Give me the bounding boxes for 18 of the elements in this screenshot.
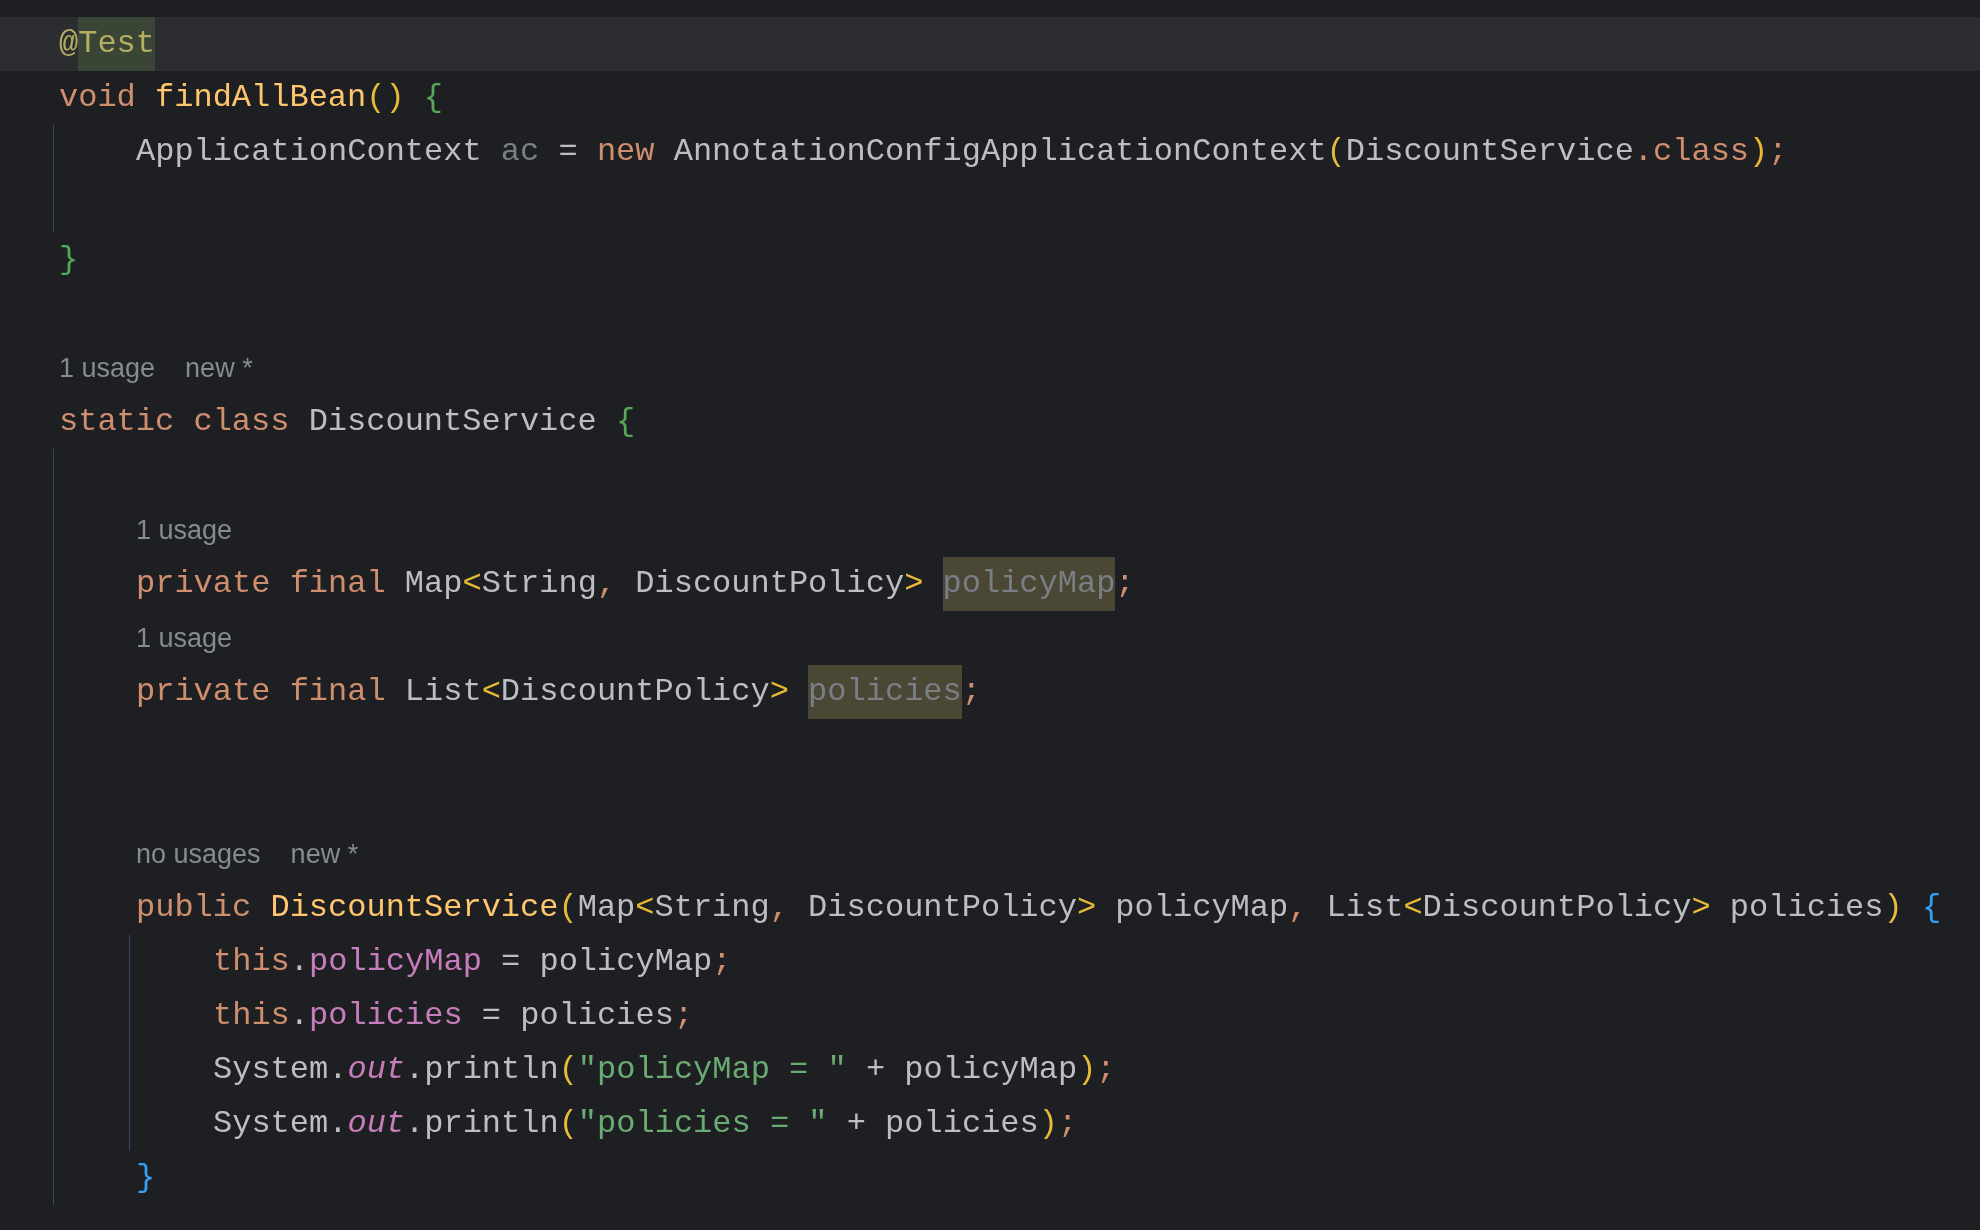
code-line: this.policies = policies; [213, 996, 695, 1036]
usage-hint[interactable]: new * [290, 827, 359, 881]
usage-hint[interactable]: 1 usage [59, 341, 156, 395]
code-line: } [136, 1158, 157, 1198]
code-line: this.policyMap = policyMap; [213, 942, 733, 982]
code-line: private final List<DiscountPolicy> policies; [136, 665, 1980, 719]
code-line: void findAllBean() { [58, 78, 445, 118]
code-line: System.out.println("policies = " + policies); [213, 1104, 1079, 1144]
code-line: private final Map<String, DiscountPolicy> policyMap; [136, 557, 1980, 611]
code-line: ApplicationContext ac = new AnnotationConfigApplicationContext(DiscountService.class); [136, 132, 1789, 172]
code-line: public DiscountService(Map<String, DiscountPolicy> policyMap, List<DiscountPolicy> policies) { [136, 888, 1943, 928]
usage-hint[interactable]: no usages [136, 827, 261, 881]
code-line: } [58, 240, 80, 280]
usage-hint[interactable]: new * [185, 341, 253, 395]
code-line: System.out.println("policyMap = " + policyMap); [213, 1050, 1117, 1090]
usage-hint[interactable]: 1 usage [136, 611, 233, 665]
code-line: static class DiscountService { [58, 402, 637, 442]
usage-hint[interactable]: 1 usage [136, 503, 233, 557]
